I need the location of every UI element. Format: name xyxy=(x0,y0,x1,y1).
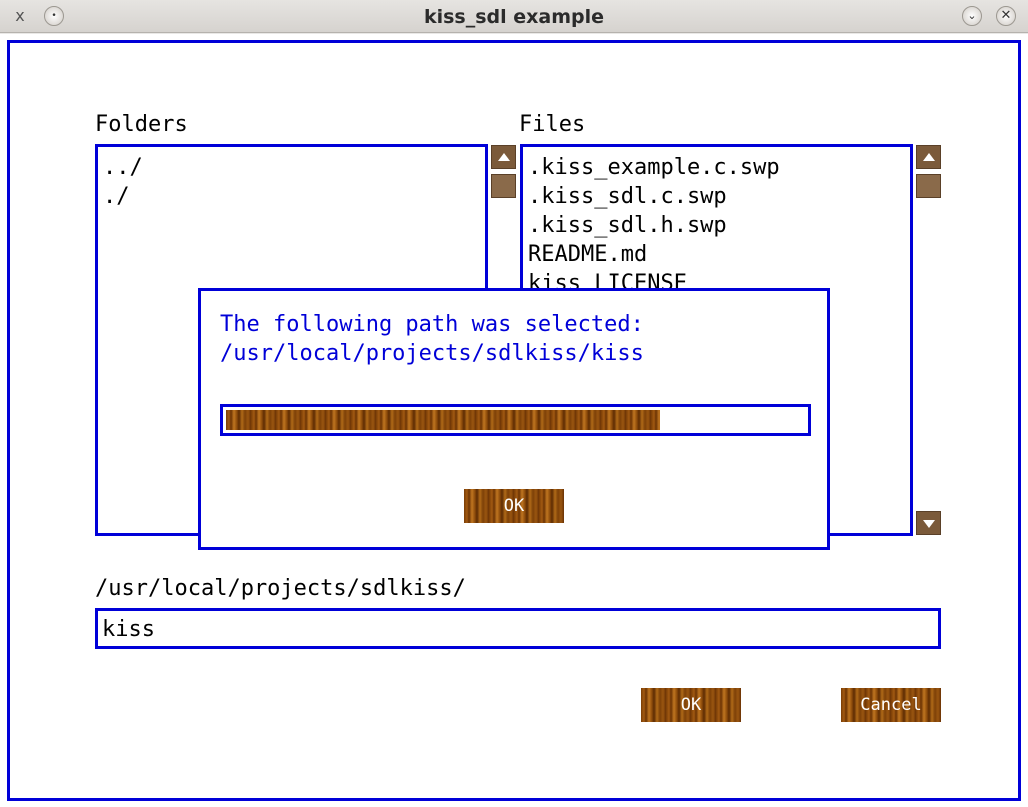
list-item[interactable]: .kiss_example.c.swp xyxy=(523,153,910,182)
ok-button[interactable]: OK xyxy=(641,688,741,722)
current-path-label: /usr/local/projects/sdlkiss/ xyxy=(95,576,466,601)
list-item[interactable]: .kiss_sdl.c.swp xyxy=(523,182,910,211)
files-scroll-down-button[interactable] xyxy=(916,511,941,535)
folders-scroll-thumb[interactable] xyxy=(491,174,516,198)
window-title: kiss_sdl example xyxy=(423,6,605,28)
window-titlebar: x • kiss_sdl example ⌄ ✕ xyxy=(0,0,1028,33)
triangle-down-icon xyxy=(923,520,935,528)
triangle-up-icon xyxy=(498,153,510,161)
list-item[interactable]: .kiss_sdl.h.swp xyxy=(523,211,910,240)
dialog-message-line2: /usr/local/projects/sdlkiss/kiss xyxy=(220,341,644,366)
filename-entry[interactable]: kiss xyxy=(95,608,941,649)
list-item[interactable]: ../ xyxy=(98,153,485,182)
close-icon[interactable]: ✕ xyxy=(996,6,1016,26)
progress-bar xyxy=(220,404,811,436)
files-label: Files xyxy=(519,112,586,137)
selection-dialog: The following path was selected: /usr/lo… xyxy=(198,288,830,550)
list-item[interactable]: ./ xyxy=(98,182,485,211)
dialog-message-line1: The following path was selected: xyxy=(220,312,644,337)
folders-label: Folders xyxy=(95,112,188,137)
files-scroll-thumb[interactable] xyxy=(916,174,941,198)
dialog-ok-button[interactable]: OK xyxy=(464,489,564,523)
files-scroll-up-button[interactable] xyxy=(916,145,941,169)
filename-entry-value: kiss xyxy=(102,617,155,642)
triangle-up-icon xyxy=(923,153,935,161)
progress-bar-fill xyxy=(226,410,660,430)
list-item[interactable]: README.md xyxy=(523,240,910,269)
folders-scroll-up-button[interactable] xyxy=(491,145,516,169)
cancel-button[interactable]: Cancel xyxy=(841,688,941,722)
minimize-icon[interactable]: ⌄ xyxy=(962,6,982,26)
